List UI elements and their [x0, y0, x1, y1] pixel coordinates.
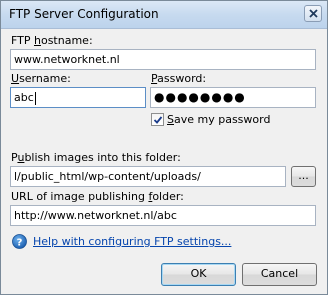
hostname-label: FTP hostname:: [11, 34, 93, 47]
password-label: Password:: [151, 72, 207, 85]
url-folder-input[interactable]: http://www.networknet.nl/abc: [10, 205, 316, 226]
publish-folder-label: Publish images into this folder:: [11, 151, 181, 164]
save-password-label[interactable]: Save my password: [167, 113, 270, 126]
help-icon[interactable]: ?: [12, 234, 27, 249]
dialog-title: FTP Server Configuration: [9, 7, 159, 21]
cancel-button[interactable]: Cancel: [242, 263, 317, 286]
close-button[interactable]: [304, 5, 322, 22]
svg-text:?: ?: [17, 238, 23, 249]
hostname-input[interactable]: www.networknet.nl: [10, 49, 316, 70]
password-input[interactable]: ●●●●●●●●: [150, 87, 316, 108]
ftp-config-dialog: FTP Server Configuration FTP hostname: w…: [0, 0, 328, 295]
title-bar[interactable]: FTP Server Configuration: [1, 1, 327, 29]
url-folder-label: URL of image publishing folder:: [11, 190, 184, 203]
help-link[interactable]: Help with configuring FTP settings...: [33, 235, 231, 248]
ok-button[interactable]: OK: [161, 263, 236, 286]
checkmark-icon: [153, 116, 163, 124]
username-input[interactable]: abc: [10, 87, 146, 108]
text-caret: [34, 91, 36, 105]
close-icon: [309, 9, 318, 18]
save-password-checkbox[interactable]: [151, 113, 164, 126]
username-label: Username:: [11, 72, 71, 85]
browse-button[interactable]: ...: [291, 166, 316, 187]
publish-folder-input[interactable]: l/public_html/wp-content/uploads/: [10, 166, 286, 187]
